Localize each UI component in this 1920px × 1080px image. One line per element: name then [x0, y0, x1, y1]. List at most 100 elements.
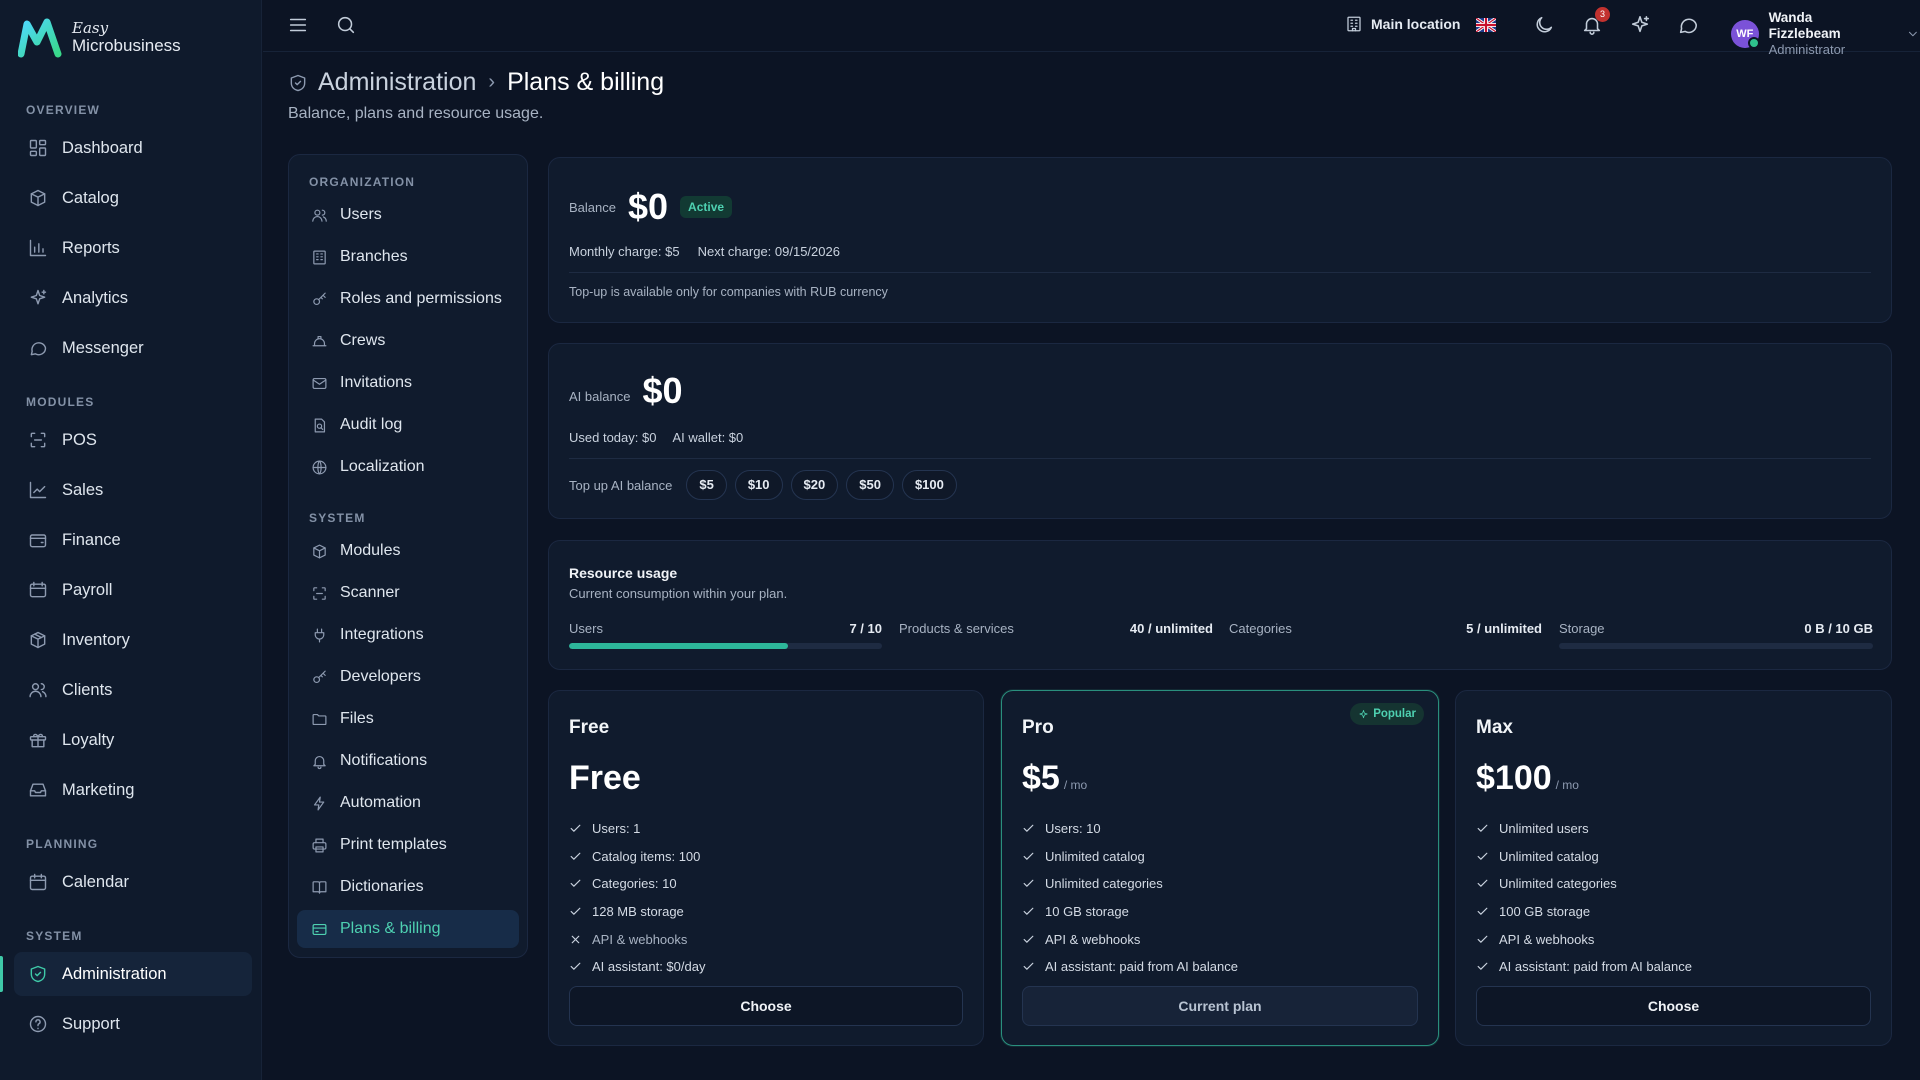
help-icon	[29, 1015, 47, 1033]
subnav-item-label: Modules	[340, 542, 401, 559]
plan-feature: API & webhooks	[569, 925, 705, 953]
subnav-section-system: SYSTEM	[309, 511, 366, 525]
messages-button[interactable]	[1677, 14, 1701, 38]
popular-badge: Popular	[1350, 703, 1424, 725]
subnav-item-users[interactable]: Users	[297, 196, 519, 234]
breadcrumb-parent[interactable]: Administration	[318, 68, 476, 97]
check-icon	[1477, 907, 1488, 915]
subnav-item-invitations[interactable]: Invitations	[297, 364, 519, 402]
lightning-icon	[313, 796, 325, 810]
subnav-item-localization[interactable]: Localization	[297, 448, 519, 486]
catalog-icon	[30, 189, 46, 207]
subnav-item-print-templates[interactable]: Print templates	[297, 826, 519, 864]
topup-10-button[interactable]: $10	[734, 470, 783, 500]
search-button[interactable]	[335, 14, 359, 38]
gift-icon	[29, 733, 47, 748]
check-icon	[1477, 962, 1488, 971]
page-title: Plans & billing	[507, 68, 665, 96]
ai-balance-label: AI balance	[569, 388, 631, 404]
sidebar-item-analytics[interactable]: Analytics	[14, 276, 252, 320]
usage-categories: Categories 5 / unlimited	[1229, 621, 1542, 651]
topup-5-button[interactable]: $5	[686, 470, 727, 500]
plan-feature: Catalog items: 100	[569, 843, 705, 871]
language-flag-icon[interactable]	[1476, 18, 1496, 32]
sidebar-item-catalog[interactable]: Catalog	[14, 176, 252, 220]
sidebar-item-payroll[interactable]: Payroll	[14, 568, 252, 612]
location-selector[interactable]: Main location	[1345, 15, 1460, 33]
subnav-item-plans-billing[interactable]: Plans & billing	[297, 910, 519, 948]
sidebar-item-administration[interactable]: Administration	[14, 952, 252, 996]
subnav-item-label: Developers	[340, 668, 421, 685]
subnav-item-audit-log[interactable]: Audit log	[297, 406, 519, 444]
subnav-item-developers[interactable]: Developers	[297, 658, 519, 696]
sidebar-item-reports[interactable]: Reports	[14, 226, 252, 270]
subnav-item-label: Files	[340, 710, 374, 727]
plan-feature: AI assistant: $0/day	[569, 953, 705, 981]
choose-max-button[interactable]: Choose	[1476, 986, 1871, 1026]
sidebar-item-inventory[interactable]: Inventory	[14, 618, 252, 662]
sidebar-item-finance[interactable]: Finance	[14, 518, 252, 562]
sidebar-item-marketing[interactable]: Marketing	[14, 768, 252, 812]
brand-logo[interactable]: Easy Microbusiness	[18, 18, 181, 58]
sidebar-item-messenger[interactable]: Messenger	[14, 326, 252, 370]
trend-icon	[29, 481, 47, 499]
check-icon	[1477, 824, 1488, 833]
subnav-item-integrations[interactable]: Integrations	[297, 616, 519, 654]
scan-icon	[30, 432, 46, 448]
sidebar-item-calendar[interactable]: Calendar	[14, 860, 252, 904]
subnav-item-dictionaries[interactable]: Dictionaries	[297, 868, 519, 906]
inbox-icon	[29, 783, 47, 797]
box-icon	[30, 631, 46, 649]
check-icon	[1023, 907, 1034, 915]
subnav-item-files[interactable]: Files	[297, 700, 519, 738]
calendar-icon	[29, 873, 47, 891]
plan-feature-list: Users: 10 Unlimited catalog Unlimited ca…	[1022, 815, 1238, 981]
subnav-item-automation[interactable]: Automation	[297, 784, 519, 822]
ai-wallet: AI wallet: $0	[672, 430, 744, 445]
subnav-item-notifications[interactable]: Notifications	[297, 742, 519, 780]
topup-100-button[interactable]: $100	[901, 470, 957, 500]
sidebar-item-support[interactable]: Support	[14, 1002, 252, 1046]
sidebar-item-sales[interactable]: Sales	[14, 468, 252, 512]
plan-feature-list: Users: 1 Catalog items: 100 Categories: …	[569, 815, 705, 981]
user-menu[interactable]: WF Wanda Fizzlebeam Administrator	[1731, 10, 1920, 58]
sidebar-item-label: Analytics	[62, 288, 129, 307]
menu-toggle-button[interactable]	[287, 14, 311, 38]
usage-label: Users	[569, 621, 603, 636]
subnav-item-branches[interactable]: Branches	[297, 238, 519, 276]
subnav-item-scanner[interactable]: Scanner	[297, 574, 519, 612]
choose-free-button[interactable]: Choose	[569, 986, 963, 1026]
wallet-icon	[29, 534, 47, 548]
status-badge: Active	[680, 196, 733, 218]
check-icon	[570, 852, 581, 860]
next-charge: Next charge: 09/15/2026	[697, 244, 840, 259]
subnav-item-modules[interactable]: Modules	[297, 532, 519, 570]
chat-icon	[1679, 18, 1698, 34]
shield-icon	[30, 965, 46, 983]
top-bar: Main location 3 WF Wanda Fizzlebeam Admi…	[263, 0, 1920, 57]
subnav-item-roles[interactable]: Roles and permissions	[297, 280, 519, 318]
sidebar-item-clients[interactable]: Clients	[14, 668, 252, 712]
plan-name: Free	[569, 717, 610, 738]
avatar: WF	[1731, 20, 1760, 49]
notifications-button[interactable]: 3	[1581, 7, 1610, 38]
sidebar-item-loyalty[interactable]: Loyalty	[14, 718, 252, 762]
key-icon	[313, 670, 326, 683]
subnav-section-organization: ORGANIZATION	[309, 175, 416, 189]
sidebar-item-pos[interactable]: POS	[14, 418, 252, 462]
topup-20-button[interactable]: $20	[790, 470, 839, 500]
subnav-item-crews[interactable]: Crews	[297, 322, 519, 360]
ai-assistant-button[interactable]	[1629, 14, 1653, 38]
subnav-item-label: Dictionaries	[340, 878, 424, 895]
resource-usage-subtitle: Current consumption within your plan.	[569, 586, 788, 601]
sidebar-item-dashboard[interactable]: Dashboard	[14, 126, 252, 170]
current-plan-button[interactable]: Current plan	[1022, 986, 1418, 1026]
topup-50-button[interactable]: $50	[846, 470, 894, 500]
admin-subnav: ORGANIZATION Users Branches Roles and pe…	[288, 154, 528, 958]
folder-icon	[312, 713, 327, 725]
location-label: Main location	[1371, 16, 1461, 32]
check-icon	[1023, 962, 1034, 971]
theme-toggle-button[interactable]	[1533, 14, 1557, 38]
monthly-charge: Monthly charge: $5	[569, 244, 680, 259]
plan-name: Pro	[1022, 717, 1054, 738]
